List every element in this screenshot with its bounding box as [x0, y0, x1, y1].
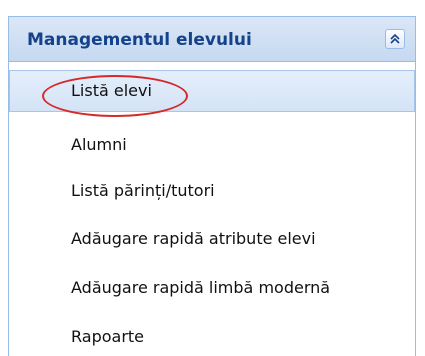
- student-management-panel: Managementul elevului Listă elevi Alumni…: [0, 0, 425, 356]
- menu-item-label: Adăugare rapidă atribute elevi: [71, 229, 316, 248]
- menu-item-parents-list[interactable]: Listă părinți/tutori: [9, 170, 415, 212]
- menu-item-quick-add-language[interactable]: Adăugare rapidă limbă modernă: [9, 267, 415, 309]
- double-chevron-up-icon: [390, 33, 400, 44]
- menu-item-label: Listă elevi: [71, 81, 152, 100]
- panel-title: Managementul elevului: [27, 30, 252, 50]
- menu-item-label: Listă părinți/tutori: [71, 181, 215, 200]
- menu-item-reports[interactable]: Rapoarte: [9, 316, 415, 356]
- menu-item-quick-add-attributes[interactable]: Adăugare rapidă atribute elevi: [9, 218, 415, 260]
- collapse-button[interactable]: [385, 29, 405, 49]
- menu-list: Listă elevi Alumni Listă părinți/tutori …: [8, 62, 416, 356]
- menu-item-label: Alumni: [71, 135, 127, 154]
- menu-item-alumni[interactable]: Alumni: [9, 124, 415, 166]
- panel-header[interactable]: Managementul elevului: [8, 16, 416, 62]
- menu-item-label: Rapoarte: [71, 327, 145, 346]
- menu-item-student-list[interactable]: Listă elevi: [9, 70, 415, 112]
- menu-item-label: Adăugare rapidă limbă modernă: [71, 278, 331, 297]
